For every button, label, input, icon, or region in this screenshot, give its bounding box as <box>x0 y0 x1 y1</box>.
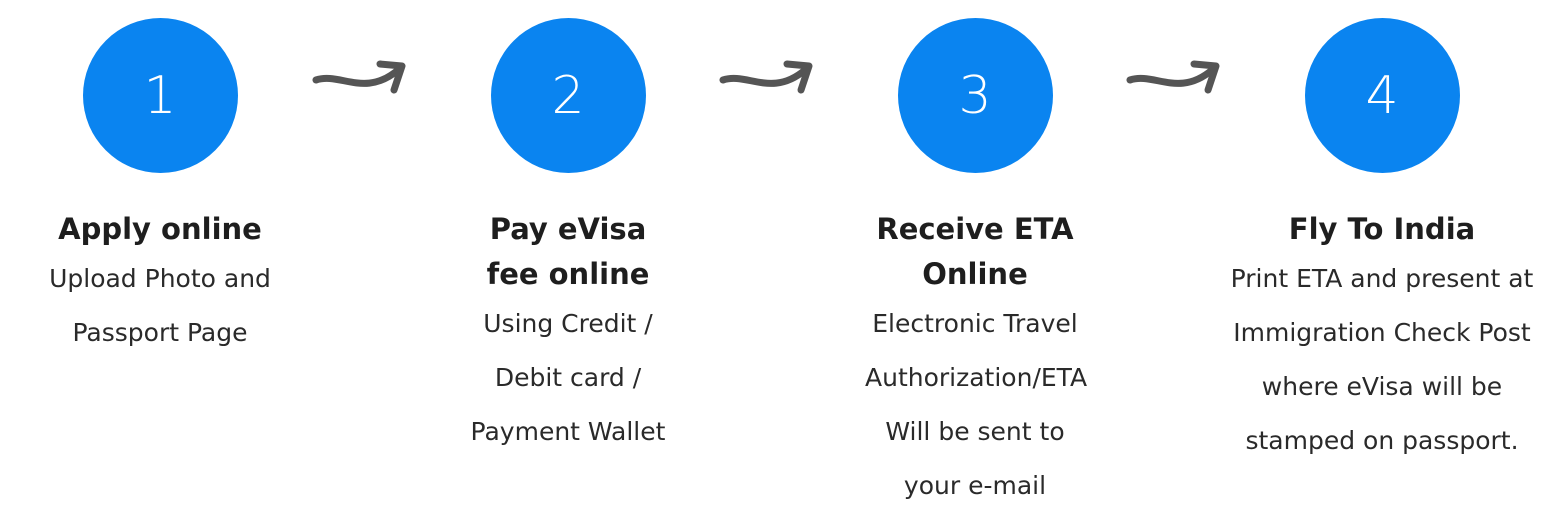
step-1-title: Apply online <box>58 212 262 246</box>
arrow-right-icon <box>719 60 813 94</box>
step-2-title: Pay eVisa fee online <box>486 212 650 291</box>
step-3: 3 Receive ETA Online Electronic Travel A… <box>815 0 1135 513</box>
step-1-number-circle: 1 <box>82 18 238 173</box>
arrow-right-icon <box>1126 60 1220 94</box>
step-3-description: Electronic Travel Authorization/ETA Will… <box>865 309 1088 500</box>
step-1: 1 Apply online Upload Photo and Passport… <box>0 0 320 360</box>
step-2: 2 Pay eVisa fee online Using Credit / De… <box>408 0 728 459</box>
step-4-title: Fly To India <box>1288 212 1476 246</box>
step-2-description: Using Credit / Debit card / Payment Wall… <box>470 309 666 446</box>
arrow-right-icon <box>312 60 406 94</box>
step-3-title: Receive ETA Online <box>876 212 1074 291</box>
step-3-number-circle: 3 <box>897 18 1053 173</box>
step-2-number-circle: 2 <box>490 18 646 173</box>
step-4: 4 Fly To India Print ETA and present at … <box>1222 0 1542 468</box>
step-4-description: Print ETA and present at Immigration Che… <box>1230 264 1534 455</box>
step-4-number-circle: 4 <box>1304 18 1460 173</box>
step-1-description: Upload Photo and Passport Page <box>49 264 271 347</box>
